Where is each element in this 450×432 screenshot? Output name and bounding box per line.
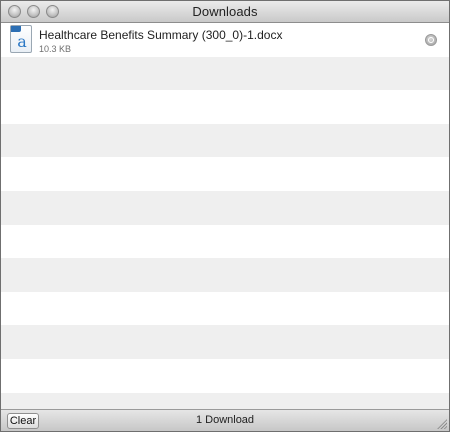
list-row	[1, 56, 449, 91]
list-row	[1, 358, 449, 393]
docx-file-icon: a	[10, 25, 32, 53]
list-row	[1, 90, 449, 124]
download-filename: Healthcare Benefits Summary (300_0)-1.do…	[39, 28, 283, 42]
download-item[interactable]: a Healthcare Benefits Summary (300_0)-1.…	[1, 23, 449, 55]
list-row	[1, 224, 449, 259]
reveal-in-finder-icon[interactable]	[425, 34, 437, 46]
list-row	[1, 291, 449, 326]
file-icon-glyph: a	[17, 32, 27, 51]
list-row	[1, 190, 449, 225]
download-count: 1 Download	[195, 414, 255, 426]
list-row	[1, 123, 449, 158]
list-row	[1, 325, 449, 359]
title-bar[interactable]: Downloads	[1, 1, 449, 23]
downloads-list[interactable]: a Healthcare Benefits Summary (300_0)-1.…	[1, 23, 449, 427]
list-row	[1, 157, 449, 191]
status-bar: Clear 1 Download	[1, 409, 449, 431]
resize-grip-icon[interactable]	[435, 417, 447, 429]
downloads-window: Downloads a Healthcare Benefits Summary …	[0, 0, 450, 432]
window-title: Downloads	[192, 4, 258, 19]
list-row	[1, 258, 449, 292]
download-size: 10.3 KB	[39, 44, 72, 54]
